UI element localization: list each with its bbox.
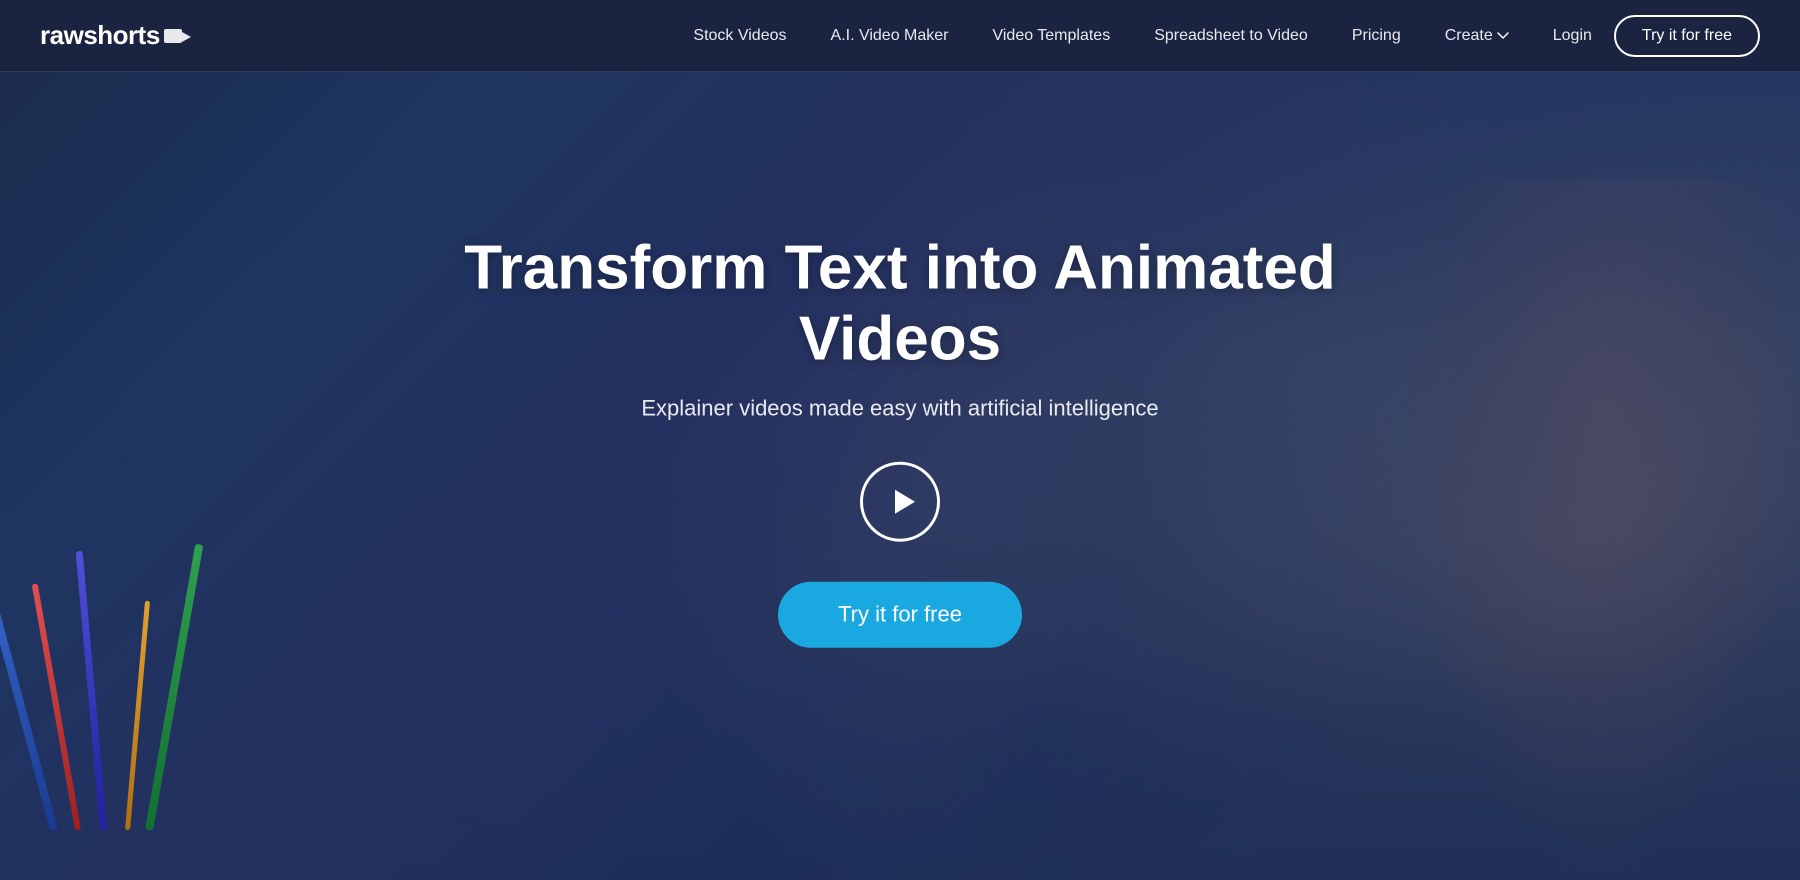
decorative-pencils bbox=[30, 430, 230, 830]
nav-item-video-templates[interactable]: Video Templates bbox=[970, 27, 1132, 45]
nav-link-pricing[interactable]: Pricing bbox=[1330, 27, 1423, 44]
hero-subtitle: Explainer videos made easy with artifici… bbox=[450, 395, 1350, 421]
navbar: rawshorts Stock Videos A.I. Video Maker … bbox=[0, 0, 1800, 72]
logo-icon bbox=[164, 27, 192, 47]
hero-try-free-button[interactable]: Try it for free bbox=[778, 581, 1022, 647]
nav-item-ai-video-maker[interactable]: A.I. Video Maker bbox=[809, 27, 971, 45]
nav-link-stock-videos[interactable]: Stock Videos bbox=[671, 27, 808, 44]
nav-login-link[interactable]: Login bbox=[1531, 27, 1614, 45]
play-icon bbox=[887, 485, 919, 517]
hero-content: Transform Text into Animated Videos Expl… bbox=[450, 233, 1350, 648]
nav-item-pricing[interactable]: Pricing bbox=[1330, 27, 1423, 45]
nav-try-free-button[interactable]: Try it for free bbox=[1614, 15, 1760, 57]
nav-link-video-templates[interactable]: Video Templates bbox=[970, 27, 1132, 44]
logo-text: rawshorts bbox=[40, 20, 160, 51]
nav-link-create[interactable]: Create bbox=[1423, 27, 1531, 45]
nav-item-create[interactable]: Create bbox=[1423, 27, 1531, 45]
nav-item-spreadsheet-to-video[interactable]: Spreadsheet to Video bbox=[1132, 27, 1330, 45]
nav-item-stock-videos[interactable]: Stock Videos bbox=[671, 27, 808, 45]
nav-links: Stock Videos A.I. Video Maker Video Temp… bbox=[671, 27, 1530, 45]
hero-title: Transform Text into Animated Videos bbox=[450, 233, 1350, 376]
nav-link-ai-video-maker[interactable]: A.I. Video Maker bbox=[809, 27, 971, 44]
play-button[interactable] bbox=[860, 461, 940, 541]
hero-section: Transform Text into Animated Videos Expl… bbox=[0, 0, 1800, 880]
logo[interactable]: rawshorts bbox=[40, 20, 192, 51]
nav-link-spreadsheet-to-video[interactable]: Spreadsheet to Video bbox=[1132, 27, 1330, 44]
